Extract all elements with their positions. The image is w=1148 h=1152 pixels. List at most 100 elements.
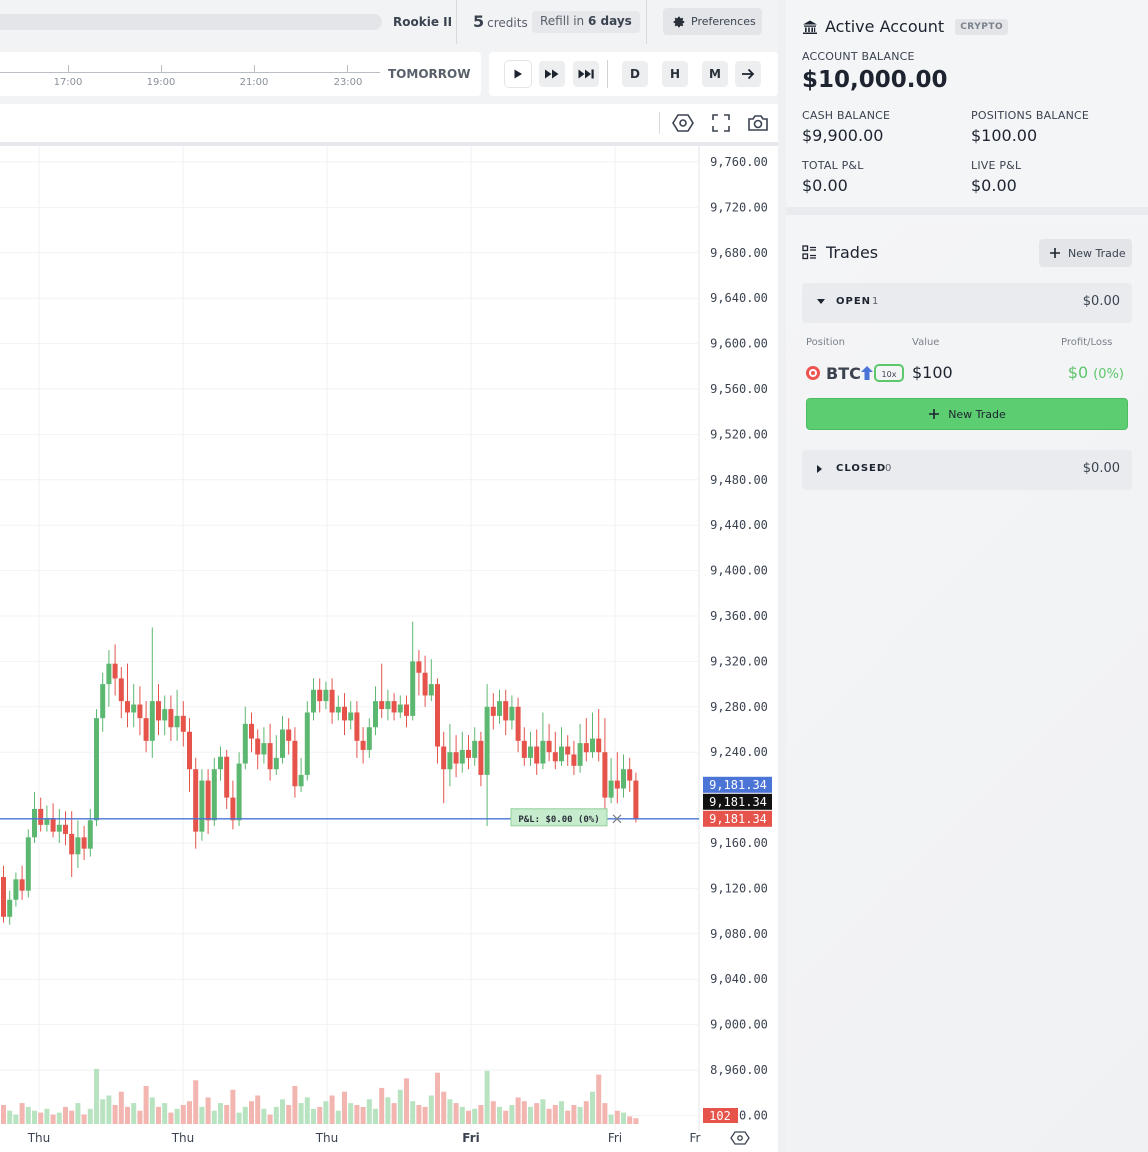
y-axis-tick-label: 9,120.00: [710, 881, 768, 895]
candle-body: [441, 746, 447, 770]
interval-day-button[interactable]: D: [622, 61, 648, 87]
volume-bar: [509, 1105, 515, 1124]
candle-body: [199, 780, 205, 832]
candle-body: [608, 780, 614, 798]
chart-toolbar: [0, 104, 778, 142]
candle-body: [125, 701, 130, 713]
new-trade-button[interactable]: New Trade: [1039, 239, 1132, 267]
candle-body: [249, 723, 254, 739]
volume-bar: [174, 1108, 180, 1124]
x-axis-tick-label: Thu: [315, 1131, 339, 1145]
y-axis-tick-label: 9,600.00: [710, 337, 768, 351]
gear-icon: [673, 16, 685, 27]
price-chart[interactable]: 9,760.00 9,720.00 9,680.00 9,640.00 9,600.00…: [0, 142, 778, 1152]
volume-bar: [187, 1101, 192, 1124]
volume-bar: [162, 1103, 168, 1124]
axis-settings-icon[interactable]: [730, 1131, 750, 1145]
volume-bar: [466, 1110, 471, 1124]
volume-bar: [180, 1105, 186, 1124]
positions-balance-label: POSITIONS BALANCE: [971, 109, 1090, 122]
open-trades-section[interactable]: OPEN 1 $0.00: [802, 283, 1132, 323]
candle-body: [205, 780, 211, 821]
volume-bar: [149, 1097, 155, 1124]
volume-bar: [410, 1101, 416, 1124]
volume-bar: [106, 1095, 112, 1124]
volume-bar: [38, 1112, 44, 1124]
chevron-down-icon: [817, 299, 825, 304]
candle-body: [410, 661, 416, 716]
closed-trades-section[interactable]: CLOSED 0 $0.00: [802, 450, 1132, 490]
new-trade-primary-button[interactable]: New Trade: [806, 398, 1128, 430]
candle-body: [453, 752, 459, 764]
preferences-button[interactable]: Preferences: [663, 8, 762, 35]
plus-icon: [929, 409, 940, 419]
volume-bar: [112, 1105, 118, 1124]
volume-bar: [565, 1110, 571, 1124]
candle-body: [428, 684, 434, 696]
position-pnl-amount: $0: [1067, 363, 1089, 382]
y-axis-tick-label: 9,720.00: [710, 200, 768, 214]
cash-balance-value: $9,900.00: [802, 126, 884, 145]
candle-body: [329, 689, 335, 713]
last-price-tag: 9,181.34: [709, 812, 767, 826]
timeline-tick: [68, 65, 69, 72]
volume-bar: [280, 1099, 285, 1124]
candle-body: [230, 797, 236, 821]
interval-minute-button[interactable]: M: [702, 61, 728, 87]
timeline-scrubber[interactable]: 17:00 19:00 21:00 23:00 TOMORROW: [0, 52, 481, 96]
screenshot-button[interactable]: [747, 112, 769, 134]
total-pnl-label: TOTAL P&L: [802, 159, 864, 172]
volume-bar: [211, 1110, 217, 1124]
closed-label: CLOSED: [836, 463, 887, 474]
camera-icon: [748, 115, 768, 131]
volume-bar: [218, 1103, 223, 1124]
fast-forward-icon: [545, 69, 559, 79]
candle-body: [546, 740, 552, 753]
interval-hour-button[interactable]: H: [662, 61, 688, 87]
volume-bar: [552, 1105, 558, 1124]
volume-bar: [137, 1110, 143, 1124]
volume-bar: [596, 1074, 602, 1124]
play-button[interactable]: [505, 61, 531, 87]
candle-body: [397, 704, 403, 713]
candle-body: [87, 820, 93, 849]
y-axis-tick-label: 9,360.00: [710, 609, 768, 623]
candle-body: [590, 738, 595, 753]
volume-bar: [100, 1099, 106, 1124]
candle-body: [7, 899, 13, 917]
chart-settings-button[interactable]: [672, 112, 694, 134]
rank-label: Rookie II: [393, 15, 453, 29]
volume-bar: [267, 1114, 273, 1124]
volume-bar: [286, 1105, 292, 1124]
arrow-up-icon: [861, 366, 873, 380]
y-axis-tick-label: 9,280.00: [710, 700, 768, 714]
next-button[interactable]: [735, 61, 761, 87]
skip-end-button[interactable]: [573, 61, 599, 87]
fast-forward-button[interactable]: [539, 61, 565, 87]
timeline-time-label: 19:00: [146, 77, 176, 88]
candle-body: [621, 769, 626, 789]
volume-bar: [397, 1089, 403, 1124]
candle-body: [385, 701, 391, 710]
position-symbol: BTC: [826, 364, 861, 383]
position-row[interactable]: BTC 10x $100 $0 (0%): [806, 360, 1126, 388]
volume-bar: [602, 1103, 608, 1124]
candle-body: [267, 743, 273, 770]
candle-body: [236, 763, 242, 821]
volume-bar: [1, 1105, 6, 1124]
arrow-right-icon: [742, 68, 755, 80]
candle-body: [602, 752, 608, 798]
y-axis-tick-label: 9,640.00: [710, 291, 768, 305]
candle-body: [56, 824, 62, 832]
fullscreen-button[interactable]: [710, 112, 732, 134]
candle-body: [298, 774, 304, 787]
volume-bar: [249, 1101, 254, 1124]
candle-body: [180, 715, 186, 732]
position-pnl: $0 (0%): [1068, 363, 1124, 382]
candle-body: [528, 746, 533, 758]
live-pnl-label: LIVE P&L: [971, 159, 1022, 172]
top-bar: Rookie II 5 credits Refill in 6 days Pref…: [0, 0, 778, 44]
timeline-time-label: 17:00: [53, 77, 83, 88]
candlestick-chart[interactable]: 9,760.00 9,720.00 9,680.00 9,640.00 9,600.00…: [0, 146, 778, 1152]
candle-body: [38, 808, 44, 825]
